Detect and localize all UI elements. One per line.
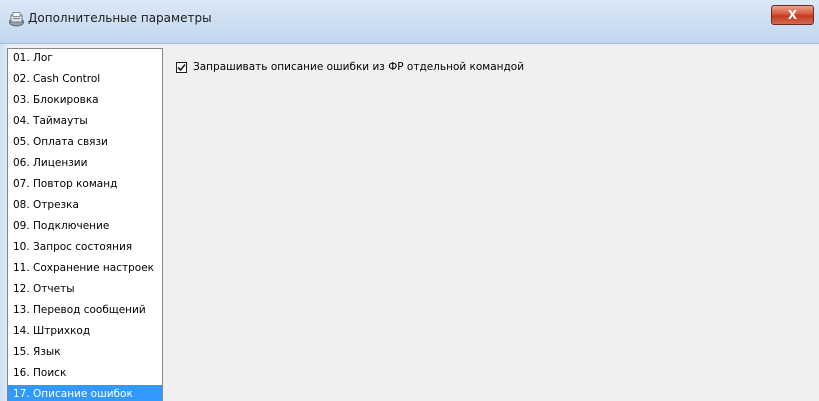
error-description-option[interactable]: Запрашивать описание ошибки из ФР отдель… <box>176 61 524 73</box>
list-item[interactable]: 03. Блокировка <box>8 91 162 112</box>
list-item[interactable]: 11. Сохранение настроек <box>8 259 162 280</box>
list-item[interactable]: 07. Повтор команд <box>8 175 162 196</box>
checkmark-icon <box>177 63 186 71</box>
list-item[interactable]: 16. Поиск <box>8 364 162 385</box>
title-bar[interactable]: Дополнительные параметры X <box>0 0 819 44</box>
list-item[interactable]: 12. Отчеты <box>8 280 162 301</box>
error-description-checkbox[interactable] <box>176 61 187 73</box>
list-item[interactable]: 09. Подключение <box>8 217 162 238</box>
window-title: Дополнительные параметры <box>28 11 212 25</box>
list-item[interactable]: 17. Описание ошибок <box>8 385 162 401</box>
list-item[interactable]: 06. Лицензии <box>8 154 162 175</box>
list-item[interactable]: 10. Запрос состояния <box>8 238 162 259</box>
error-description-label: Запрашивать описание ошибки из ФР отдель… <box>193 61 525 73</box>
list-item[interactable]: 13. Перевод сообщений <box>8 301 162 322</box>
app-icon <box>8 11 25 28</box>
dialog-window: Дополнительные параметры X 01. Лог 02. Ca… <box>0 0 819 401</box>
list-item[interactable]: 08. Отрезка <box>8 196 162 217</box>
close-button[interactable]: X <box>771 5 814 25</box>
settings-category-list[interactable]: 01. Лог 02. Cash Control 03. Блокировка 04.… <box>7 48 163 401</box>
window-frame-left <box>0 44 7 401</box>
close-icon: X <box>787 8 798 22</box>
list-item[interactable]: 05. Оплата связи <box>8 133 162 154</box>
list-item[interactable]: 14. Штрихкод <box>8 322 162 343</box>
list-item[interactable]: 02. Cash Control <box>8 70 162 91</box>
list-item[interactable]: 15. Язык <box>8 343 162 364</box>
list-item[interactable]: 04. Таймауты <box>8 112 162 133</box>
list-item[interactable]: 01. Лог <box>8 49 162 70</box>
